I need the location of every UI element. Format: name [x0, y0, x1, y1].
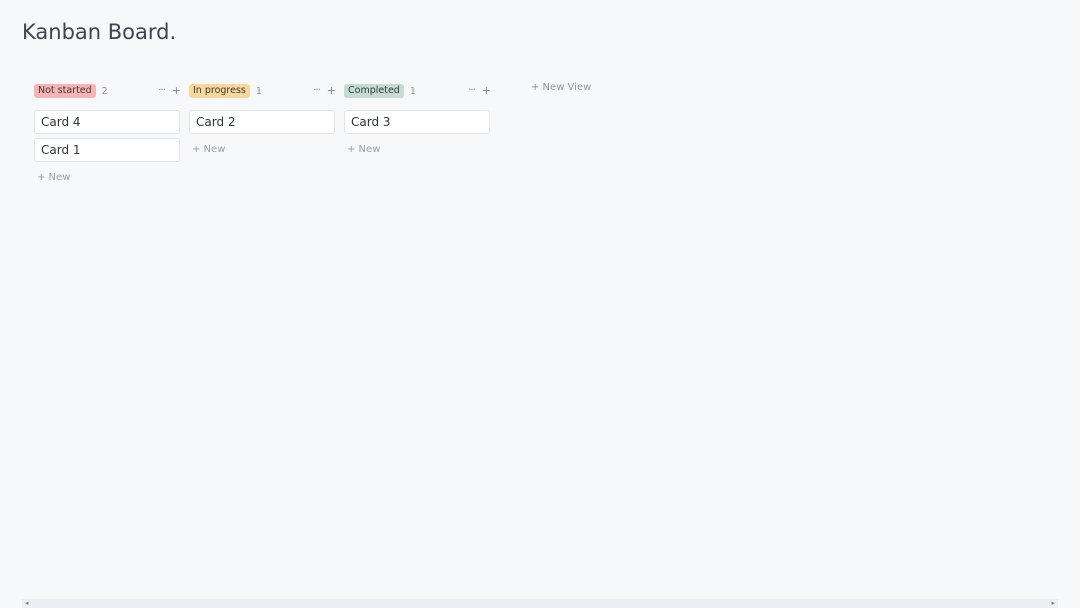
- card[interactable]: Card 1: [34, 138, 180, 162]
- card[interactable]: Card 3: [344, 110, 490, 134]
- status-badge: Not started: [34, 84, 96, 98]
- horizontal-scrollbar[interactable]: ◂ ▸: [22, 599, 1058, 608]
- column-completed: Completed 1 ··· + Card 3 + New: [344, 83, 491, 162]
- column-header: Not started 2 ··· +: [34, 83, 181, 99]
- card[interactable]: Card 2: [189, 110, 335, 134]
- scroll-right-icon[interactable]: ▸: [1051, 599, 1055, 608]
- column-in-progress: In progress 1 ··· + Card 2 + New: [189, 83, 336, 162]
- add-card-icon[interactable]: +: [172, 84, 181, 98]
- page-title: Kanban Board.: [22, 20, 177, 44]
- card-count: 1: [255, 85, 262, 97]
- new-card-button[interactable]: + New: [189, 138, 336, 162]
- add-card-icon[interactable]: +: [482, 84, 491, 98]
- more-options-icon[interactable]: ···: [158, 84, 165, 98]
- scroll-left-icon[interactable]: ◂: [25, 599, 29, 608]
- new-view-button[interactable]: + New View: [531, 82, 591, 93]
- column-header: In progress 1 ··· +: [189, 83, 336, 99]
- card-count: 2: [101, 85, 108, 97]
- more-options-icon[interactable]: ···: [313, 84, 320, 98]
- column-header: Completed 1 ··· +: [344, 83, 491, 99]
- column-not-started: Not started 2 ··· + Card 4 Card 1 + New: [34, 83, 181, 190]
- more-options-icon[interactable]: ···: [468, 84, 475, 98]
- status-badge: In progress: [189, 84, 250, 98]
- card-count: 1: [409, 85, 416, 97]
- kanban-board: Not started 2 ··· + Card 4 Card 1 + New …: [34, 83, 499, 190]
- new-card-button[interactable]: + New: [34, 166, 181, 190]
- new-card-button[interactable]: + New: [344, 138, 491, 162]
- status-badge: Completed: [344, 84, 404, 98]
- add-card-icon[interactable]: +: [327, 84, 336, 98]
- card[interactable]: Card 4: [34, 110, 180, 134]
